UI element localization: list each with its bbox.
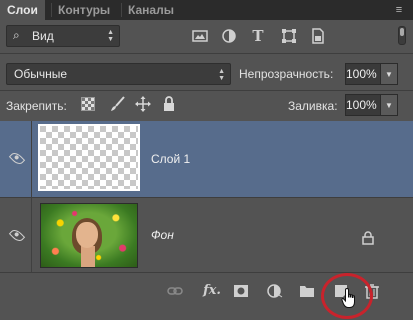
fill-label: Заливка: [288, 99, 338, 113]
layer-name[interactable]: Фон [151, 228, 174, 242]
layer-name[interactable]: Слой 1 [151, 152, 190, 166]
image-filter-icon[interactable] [192, 28, 208, 44]
lock-transparent-pixels-icon[interactable] [81, 97, 95, 111]
filter-kind-label: Вид [32, 29, 54, 43]
blend-mode-value: Обычные [14, 67, 68, 81]
divider [0, 90, 413, 91]
new-group-icon[interactable] [299, 283, 315, 299]
smart-object-filter-icon[interactable] [310, 28, 326, 44]
opacity-label: Непрозрачность: [239, 67, 334, 81]
fx-icon[interactable]: fx. [202, 283, 222, 299]
lock-label: Закрепить: [6, 99, 67, 113]
fill-input[interactable]: 100% [345, 94, 381, 116]
hand-cursor-icon [341, 287, 355, 308]
visibility-eye-icon[interactable] [8, 227, 26, 244]
tab-paths[interactable]: Контуры [51, 0, 117, 20]
visibility-eye-icon[interactable] [8, 150, 26, 167]
opacity-dropdown-arrow[interactable]: ▼ [381, 63, 398, 85]
link-layers-icon[interactable] [167, 283, 183, 299]
lock-image-pixels-icon[interactable] [110, 96, 126, 112]
layer-row-layer1[interactable]: Слой 1 [0, 121, 413, 197]
tab-layers[interactable]: Слои [0, 0, 45, 20]
visibility-column [0, 121, 32, 197]
add-mask-icon[interactable] [233, 283, 249, 299]
fill-dropdown-arrow[interactable]: ▼ [381, 94, 398, 116]
tab-channels[interactable]: Каналы [121, 0, 181, 20]
lock-position-icon[interactable] [135, 96, 151, 112]
visibility-column [0, 198, 32, 272]
layers-list: Слой 1 Фон [0, 121, 413, 272]
blend-mode-select[interactable]: Обычные ▲ ▼ [6, 63, 231, 85]
panel-tab-bar: Слои Контуры Каналы ≡ [0, 0, 413, 20]
filter-kind-select[interactable]: ⌕ Вид ▲ ▼ [6, 25, 120, 47]
layer-thumbnail-photo [40, 203, 138, 268]
filter-toggle[interactable] [398, 26, 406, 45]
updown-arrows-icon: ▲ ▼ [218, 68, 225, 82]
layer-thumbnail-transparent [38, 124, 140, 191]
adjustment-filter-icon[interactable] [221, 28, 237, 44]
photo-face [76, 222, 98, 248]
layers-panel: ⌕ Вид ▲ ▼ T Обычные ▲ ▼ Непрозрачность: 10… [0, 20, 413, 320]
photo-neck [81, 246, 95, 267]
shape-filter-icon[interactable] [281, 28, 297, 44]
type-filter-icon[interactable]: T [250, 28, 266, 44]
lock-all-icon[interactable] [162, 96, 176, 112]
updown-arrows-icon: ▲ ▼ [107, 29, 114, 43]
adjustment-layer-icon[interactable] [267, 283, 283, 299]
panel-menu-icon[interactable]: ≡ [391, 2, 407, 18]
layers-bottom-toolbar: fx. [0, 272, 413, 320]
layer-lock-icon [362, 231, 374, 245]
search-icon: ⌕ [13, 28, 20, 42]
divider [0, 53, 413, 54]
opacity-input[interactable]: 100% [345, 63, 381, 85]
